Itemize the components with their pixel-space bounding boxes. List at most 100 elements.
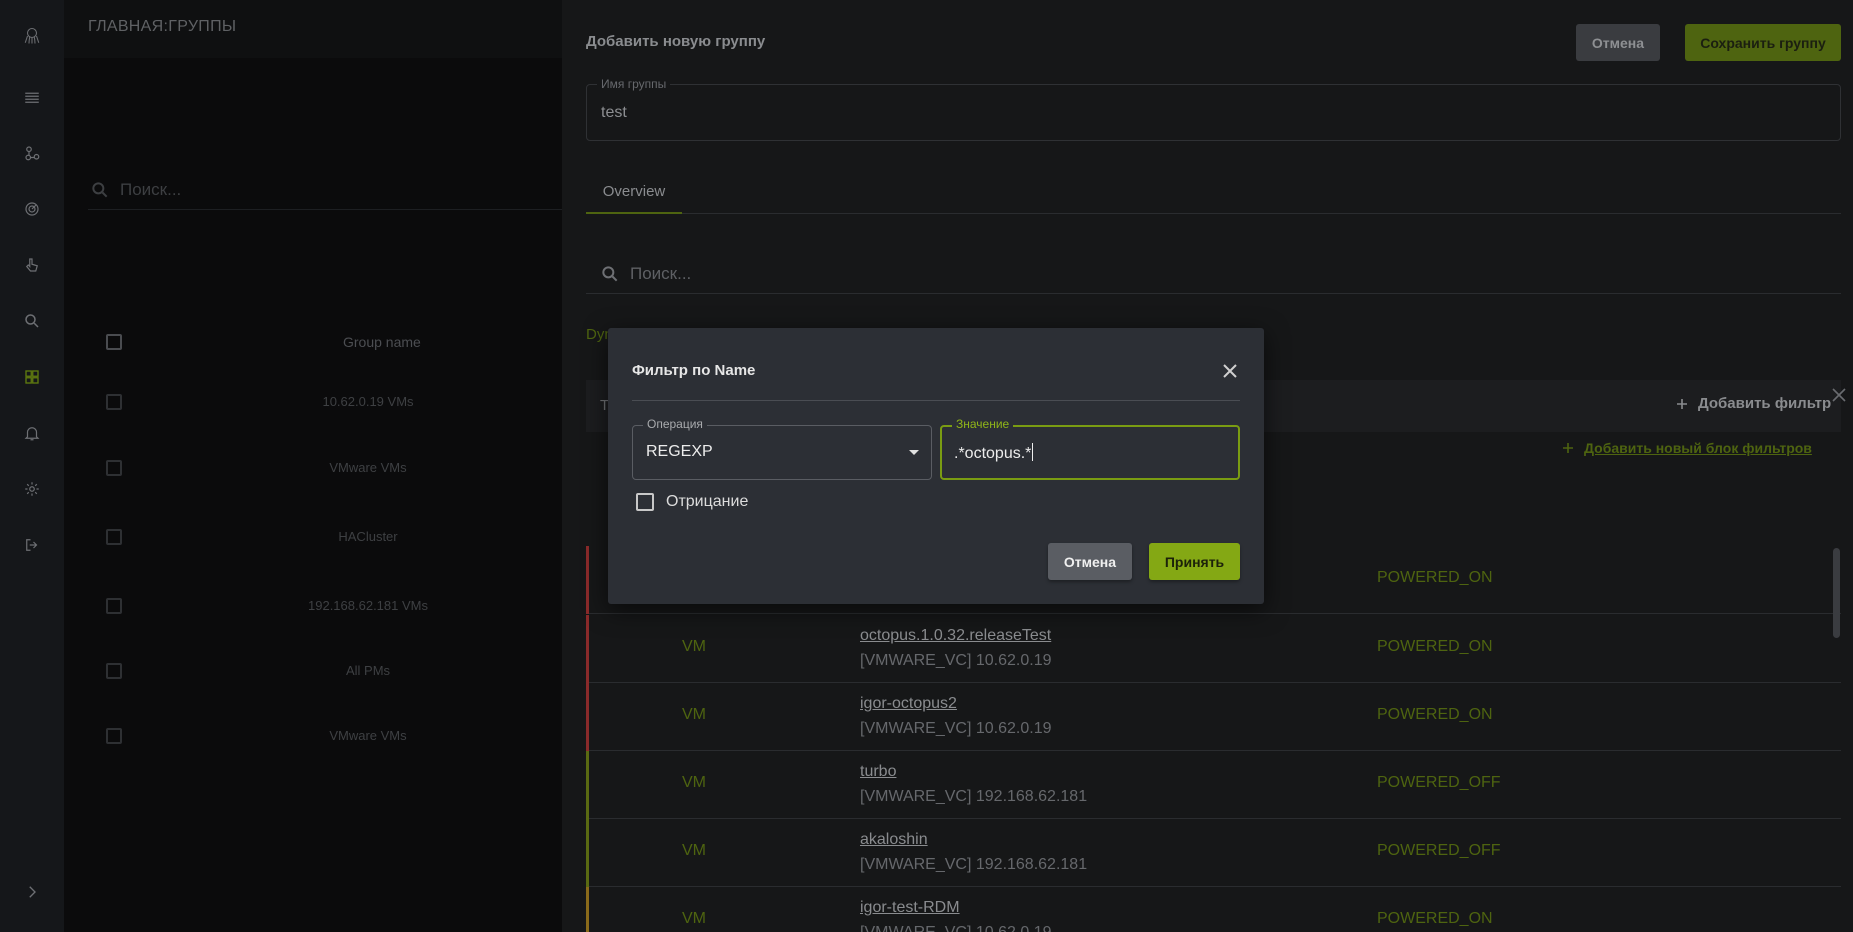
vm-name-link[interactable]: igor-octopus2	[860, 695, 957, 713]
vm-source: [VMWARE_VC] 10.62.0.19	[860, 924, 1052, 932]
group-name: VMware VMs	[329, 460, 407, 475]
groups-page-background: ГЛАВНАЯ:ГРУППЫ Поиск... Group name 10.62…	[64, 0, 562, 932]
group-name-value: test	[601, 104, 627, 121]
search-icon	[92, 181, 108, 197]
row-checkbox[interactable]	[106, 460, 122, 476]
vm-source: [VMWARE_VC] 10.62.0.19	[860, 720, 1052, 737]
status-indicator	[586, 615, 589, 683]
tab-bar: Overview	[586, 170, 1841, 214]
negation-label: Отрицание	[666, 493, 749, 510]
group-name: 10.62.0.19 VMs	[322, 394, 414, 409]
value-text: .*octopus.*	[954, 443, 1034, 463]
row-type: VM	[682, 706, 706, 723]
table-row[interactable]: All PMs	[88, 649, 562, 693]
group-name-label: Имя группы	[597, 77, 671, 91]
vm-power-state: POWERED_ON	[1377, 638, 1493, 655]
row-checkbox[interactable]	[106, 394, 122, 410]
table-row[interactable]: VMware VMs	[88, 714, 562, 758]
close-icon[interactable]	[1220, 361, 1240, 381]
row-checkbox[interactable]	[106, 663, 122, 679]
table-row[interactable]: VM igor-octopus2 [VMWARE_VC] 10.62.0.19 …	[586, 683, 1841, 751]
close-icon[interactable]	[1828, 384, 1850, 406]
cancel-button[interactable]: Отмена	[1576, 24, 1660, 61]
topology-icon[interactable]	[20, 141, 44, 165]
operation-value: REGEXP	[646, 443, 713, 460]
groups-icon[interactable]	[20, 365, 44, 389]
table-row[interactable]: 192.168.62.181 VMs	[88, 584, 562, 628]
vm-power-state: POWERED_OFF	[1377, 842, 1501, 859]
add-filter-block-button[interactable]: Добавить новый блок фильтров	[1562, 440, 1812, 456]
row-type: VM	[682, 910, 706, 927]
status-indicator	[586, 887, 589, 932]
vm-name-link[interactable]: octopus.1.0.32.releaseTest	[860, 627, 1051, 645]
group-name: HACluster	[338, 529, 398, 544]
vm-source: [VMWARE_VC] 192.168.62.181	[860, 856, 1088, 873]
row-checkbox[interactable]	[106, 598, 122, 614]
filter-dialog: Фильтр по Name Операция REGEXP Значение …	[608, 328, 1264, 604]
vm-name-link[interactable]: akaloshin	[860, 831, 928, 849]
table-row[interactable]: 10.62.0.19 VMs	[88, 380, 562, 424]
vm-source: [VMWARE_VC] 10.62.0.19	[860, 652, 1052, 669]
bell-icon[interactable]	[20, 421, 44, 445]
vm-name-link[interactable]: turbo	[860, 763, 896, 781]
row-type: VM	[682, 638, 706, 655]
add-filter-block-label: Добавить новый блок фильтров	[1584, 440, 1812, 456]
table-row[interactable]: VMware VMs	[88, 446, 562, 490]
checkbox-box[interactable]	[636, 493, 654, 511]
status-indicator	[586, 819, 589, 887]
row-checkbox[interactable]	[106, 728, 122, 744]
search-placeholder: Поиск...	[630, 263, 692, 283]
value-text-content: .*octopus.*	[954, 445, 1032, 462]
table-row[interactable]: VM turbo [VMWARE_VC] 192.168.62.181 POWE…	[586, 751, 1841, 819]
dialog-cancel-button[interactable]: Отмена	[1048, 543, 1132, 580]
group-name-field[interactable]: Имя группы test	[586, 77, 1841, 141]
group-name: All PMs	[345, 663, 391, 678]
column-header-group-name: Group name	[343, 334, 421, 350]
dialog-title: Фильтр по Name	[632, 362, 756, 379]
radar-icon[interactable]	[20, 197, 44, 221]
table-row[interactable]: VM octopus.1.0.32.releaseTest [VMWARE_VC…	[586, 615, 1841, 683]
text-cursor	[1032, 443, 1034, 461]
select-all-checkbox[interactable]	[106, 334, 122, 350]
tab-overview[interactable]: Overview	[586, 170, 682, 214]
app-root: ГЛАВНАЯ:ГРУППЫ Поиск... Group name 10.62…	[0, 0, 1853, 932]
divider	[632, 400, 1240, 401]
scrollbar-thumb[interactable]	[1833, 548, 1840, 638]
vm-name-link[interactable]: igor-test-RDM	[860, 899, 960, 917]
plus-icon	[1563, 443, 1573, 453]
row-checkbox[interactable]	[106, 529, 122, 545]
plus-icon	[1677, 398, 1687, 409]
chevron-right-icon[interactable]	[20, 880, 44, 904]
status-indicator	[586, 546, 589, 614]
groups-search[interactable]: Поиск...	[88, 170, 562, 210]
dialog-accept-button[interactable]: Принять	[1149, 543, 1240, 580]
members-search[interactable]: Поиск...	[586, 254, 1841, 294]
gear-icon[interactable]	[20, 477, 44, 501]
table-row[interactable]: HACluster	[88, 515, 562, 559]
search-icon[interactable]	[20, 309, 44, 333]
value-label: Значение	[952, 417, 1014, 431]
drawer-title: Добавить новую группу	[586, 33, 766, 50]
status-indicator	[586, 751, 589, 819]
value-input[interactable]: Значение .*octopus.*	[940, 417, 1240, 480]
dropdown-arrow-icon	[909, 450, 919, 455]
pointer-icon[interactable]	[20, 253, 44, 277]
vm-power-state: POWERED_ON	[1377, 910, 1493, 927]
vm-power-state: POWERED_ON	[1377, 569, 1493, 586]
group-name: 192.168.62.181 VMs	[308, 598, 428, 613]
groups-table-header: Group name	[88, 322, 562, 364]
layers-icon[interactable]	[20, 85, 44, 109]
octopus-logo-icon[interactable]	[20, 24, 44, 48]
row-type: VM	[682, 774, 706, 791]
logout-icon[interactable]	[20, 533, 44, 557]
left-nav-rail	[0, 0, 64, 932]
search-icon	[602, 265, 618, 281]
vm-power-state: POWERED_ON	[1377, 706, 1493, 723]
negation-checkbox[interactable]: Отрицание	[636, 493, 748, 511]
add-filter-button[interactable]: Добавить фильтр	[1676, 395, 1831, 412]
table-row[interactable]: VM igor-test-RDM [VMWARE_VC] 10.62.0.19 …	[586, 887, 1841, 932]
row-type: VM	[682, 842, 706, 859]
table-row[interactable]: VM akaloshin [VMWARE_VC] 192.168.62.181 …	[586, 819, 1841, 887]
save-group-button[interactable]: Сохранить группу	[1685, 24, 1841, 61]
operation-select[interactable]: Операция REGEXP	[632, 417, 932, 480]
